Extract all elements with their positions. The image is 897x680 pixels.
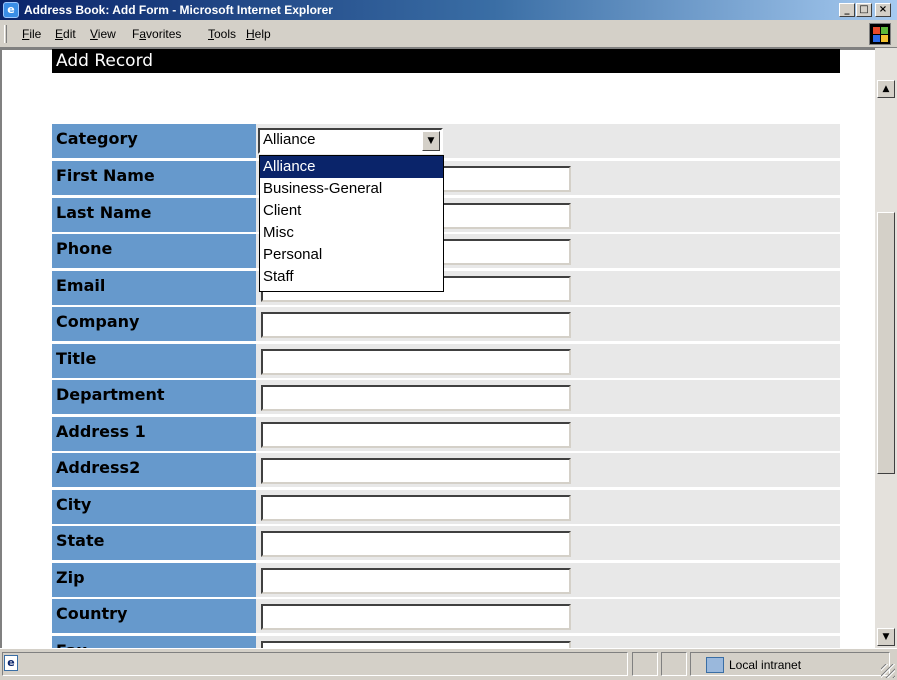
company-label: Company: [52, 307, 256, 341]
address-1-cell: [256, 417, 840, 451]
title-bar[interactable]: e Address Book: Add Form - Microsoft Int…: [0, 0, 897, 20]
dropdown-arrow-icon[interactable]: ▼: [422, 131, 440, 151]
form-row-zip: Zip: [52, 563, 840, 597]
department-label: Department: [52, 380, 256, 414]
scroll-up-arrow-icon[interactable]: ▲: [877, 80, 895, 98]
form-row-address2: Address2: [52, 453, 840, 487]
form-row-state: State: [52, 526, 840, 560]
form-row-city: City: [52, 490, 840, 524]
option-staff[interactable]: Staff: [260, 266, 443, 288]
title-cell: [256, 344, 840, 378]
option-personal[interactable]: Personal: [260, 244, 443, 266]
status-panel-progress: [632, 652, 658, 676]
zone-label: Local intranet: [729, 658, 802, 672]
local-intranet-icon: [706, 657, 724, 673]
close-button[interactable]: ×: [875, 3, 891, 17]
menu-bar: File Edit View Favorites Tools Help: [0, 20, 897, 48]
city-label: City: [52, 490, 256, 524]
last-name-label: Last Name: [52, 198, 256, 232]
zip-cell: [256, 563, 840, 597]
address2-label: Address2: [52, 453, 256, 487]
country-cell: [256, 599, 840, 633]
address-1-input[interactable]: [261, 422, 571, 448]
country-label: Country: [52, 599, 256, 633]
option-business-general[interactable]: Business-General: [260, 178, 443, 200]
city-cell: [256, 490, 840, 524]
menu-help[interactable]: Help: [246, 27, 271, 41]
city-input[interactable]: [261, 495, 571, 521]
zip-input[interactable]: [261, 568, 571, 594]
menu-edit[interactable]: Edit: [55, 27, 76, 41]
form-row-last-name: Last Name: [52, 198, 840, 232]
company-cell: [256, 307, 840, 341]
address-1-label: Address 1: [52, 417, 256, 451]
title-label: Title: [52, 344, 256, 378]
zip-label: Zip: [52, 563, 256, 597]
department-cell: [256, 380, 840, 414]
category-label: Category: [52, 124, 256, 158]
state-label: State: [52, 526, 256, 560]
category-dropdown-list: Alliance Business-General Client Misc Pe…: [259, 155, 444, 292]
form-row-company: Company: [52, 307, 840, 341]
menu-tools[interactable]: Tools: [208, 27, 236, 41]
option-alliance[interactable]: Alliance: [260, 156, 443, 178]
state-input[interactable]: [261, 531, 571, 557]
status-panel-main: [2, 652, 628, 676]
scroll-down-arrow-icon[interactable]: ▼: [877, 628, 895, 646]
status-panel-secure: [661, 652, 687, 676]
phone-label: Phone: [52, 234, 256, 268]
option-client[interactable]: Client: [260, 200, 443, 222]
status-bar: e Local intranet: [0, 648, 897, 680]
category-select[interactable]: Alliance ▼: [258, 128, 443, 154]
form-row-country: Country: [52, 599, 840, 633]
menu-favorites[interactable]: Favorites: [132, 27, 181, 41]
email-label: Email: [52, 271, 256, 305]
company-input[interactable]: [261, 312, 571, 338]
form-row-first-name: First Name: [52, 161, 840, 195]
windows-logo-icon: [869, 23, 891, 45]
first-name-label: First Name: [52, 161, 256, 195]
maximize-button[interactable]: □: [856, 3, 872, 17]
menu-file[interactable]: File: [22, 27, 41, 41]
form-row-category: Category: [52, 124, 840, 158]
address2-input[interactable]: [261, 458, 571, 484]
address2-cell: [256, 453, 840, 487]
country-input[interactable]: [261, 604, 571, 630]
toolbar-grip[interactable]: [4, 25, 7, 43]
title-input[interactable]: [261, 349, 571, 375]
minimize-button[interactable]: _: [839, 3, 855, 17]
option-misc[interactable]: Misc: [260, 222, 443, 244]
form-row-department: Department: [52, 380, 840, 414]
vertical-scrollbar[interactable]: ▲ ▼: [875, 48, 897, 648]
form-row-email: Email: [52, 271, 840, 305]
form-row-address-1: Address 1: [52, 417, 840, 451]
form-row-phone: Phone: [52, 234, 840, 268]
window-title: Address Book: Add Form - Microsoft Inter…: [24, 3, 333, 17]
form-row-title: Title: [52, 344, 840, 378]
scrollbar-thumb[interactable]: [877, 212, 895, 474]
menu-view[interactable]: View: [90, 27, 116, 41]
resize-grip[interactable]: [881, 664, 895, 678]
form-header: Add Record: [52, 49, 840, 73]
ie-app-icon[interactable]: e: [3, 2, 19, 18]
department-input[interactable]: [261, 385, 571, 411]
category-selected-value: Alliance: [263, 131, 316, 148]
state-cell: [256, 526, 840, 560]
